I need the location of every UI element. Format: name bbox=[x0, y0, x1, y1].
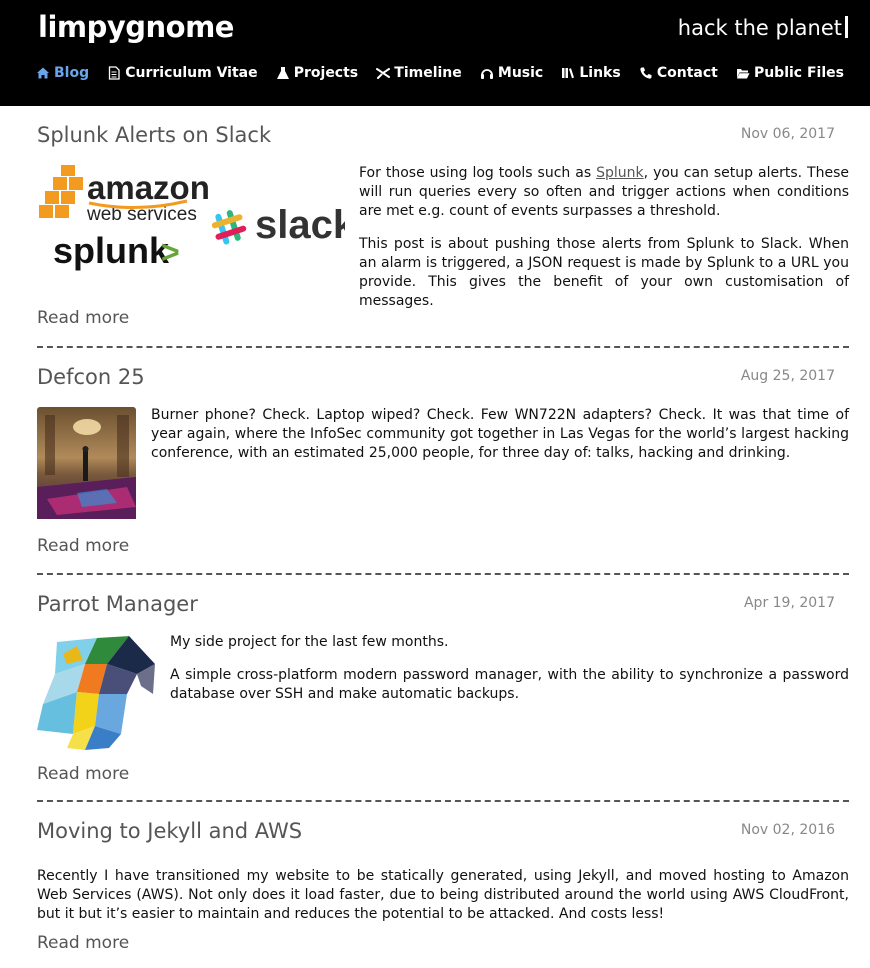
post-paragraph: This post is about pushing those alerts … bbox=[359, 236, 849, 309]
nav-item-timeline[interactable]: Timeline bbox=[376, 65, 462, 81]
read-more-link[interactable]: Read more bbox=[37, 536, 129, 556]
post-date: Aug 25, 2017 bbox=[740, 368, 835, 384]
aws-cubes-icon bbox=[39, 165, 83, 218]
post-title[interactable]: Parrot Manager bbox=[37, 575, 849, 622]
flask-icon bbox=[276, 67, 289, 79]
post-paragraph: A simple cross-platform modern password … bbox=[170, 667, 849, 702]
read-more-link[interactable]: Read more bbox=[37, 933, 129, 953]
post: Defcon 25 Aug 25, 2017 Burner phone? Che… bbox=[37, 348, 849, 575]
phone-icon bbox=[640, 67, 652, 79]
post-body: Burner phone? Check. Laptop wiped? Check… bbox=[37, 407, 849, 519]
text-cursor bbox=[845, 16, 848, 38]
amazon-logo-text: amazon bbox=[87, 169, 210, 206]
post-list: Splunk Alerts on Slack Nov 06, 2017 amaz… bbox=[0, 106, 870, 968]
post-date: Apr 19, 2017 bbox=[743, 595, 835, 611]
post-date: Nov 02, 2016 bbox=[740, 822, 835, 838]
nav-item-blog[interactable]: Blog bbox=[36, 65, 89, 81]
document-icon bbox=[109, 66, 120, 80]
nav-item-public-files[interactable]: Public Files bbox=[736, 65, 844, 81]
post-paragraph: My side project for the last few months. bbox=[170, 634, 449, 650]
post-body: Recently I have transitioned my website … bbox=[37, 867, 849, 938]
splunk-logo-text: splunk bbox=[53, 230, 170, 271]
post-title[interactable]: Moving to Jekyll and AWS bbox=[37, 802, 849, 849]
post-date: Nov 06, 2017 bbox=[740, 126, 835, 142]
slack-logo-text: slack bbox=[255, 203, 345, 247]
text-span: For those using log tools such as bbox=[359, 165, 597, 181]
headphones-icon bbox=[480, 69, 493, 79]
plane-icon bbox=[376, 68, 391, 79]
nav-item-contact[interactable]: Contact bbox=[639, 65, 718, 81]
parrot-logo bbox=[37, 636, 155, 750]
post: Splunk Alerts on Slack Nov 06, 2017 amaz… bbox=[37, 106, 849, 348]
post-excerpt: Recently I have transitioned my website … bbox=[37, 867, 849, 938]
books-icon bbox=[562, 68, 575, 79]
post-body: amazon web services splunk > slack For t… bbox=[37, 165, 849, 325]
nav-item-links[interactable]: Links bbox=[561, 65, 621, 81]
post-title[interactable]: Defcon 25 bbox=[37, 348, 849, 395]
nav-label: Timeline bbox=[394, 65, 462, 81]
nav-label: Projects bbox=[293, 65, 359, 81]
nav-label: Links bbox=[579, 65, 621, 81]
splunk-link[interactable]: Splunk bbox=[596, 165, 644, 181]
nav-item-projects[interactable]: Projects bbox=[276, 65, 358, 81]
splunk-chevron: > bbox=[161, 234, 180, 270]
post: Moving to Jekyll and AWS Nov 02, 2016 Re… bbox=[37, 802, 849, 968]
splunk-slack-logos: amazon web services splunk > slack bbox=[39, 165, 345, 271]
nav-item-music[interactable]: Music bbox=[480, 65, 543, 81]
nav-label: Public Files bbox=[753, 65, 844, 81]
post-excerpt: Burner phone? Check. Laptop wiped? Check… bbox=[151, 406, 849, 519]
post-excerpt: For those using log tools such as Splunk… bbox=[359, 164, 849, 325]
home-icon bbox=[37, 67, 49, 79]
nav-label: Music bbox=[497, 65, 544, 81]
tagline-text: hack the planet bbox=[677, 16, 842, 40]
post-body: My side project for the last few months.… bbox=[37, 634, 849, 750]
nav-item-cv[interactable]: Curriculum Vitae bbox=[107, 65, 258, 81]
read-more-link[interactable]: Read more bbox=[37, 308, 129, 328]
main-nav: Blog Curriculum Vitae Projects Timeline … bbox=[36, 65, 844, 81]
defcon-photo bbox=[37, 407, 136, 519]
folder-open-icon bbox=[736, 69, 750, 79]
nav-label: Curriculum Vitae bbox=[125, 65, 258, 81]
nav-label: Contact bbox=[656, 65, 718, 81]
post-title[interactable]: Splunk Alerts on Slack bbox=[37, 106, 849, 153]
tagline: hack the planet bbox=[678, 16, 848, 40]
post-paragraph: Burner phone? Check. Laptop wiped? Check… bbox=[151, 407, 849, 461]
nav-label: Blog bbox=[54, 65, 90, 81]
post: Parrot Manager Apr 19, 2017 My side proj… bbox=[37, 575, 849, 802]
post-paragraph: Recently I have transitioned my website … bbox=[37, 868, 849, 922]
site-header: limpygnome hack the planet Blog Curricul… bbox=[0, 0, 870, 106]
post-excerpt: My side project for the last few months.… bbox=[170, 633, 849, 750]
slack-icon bbox=[211, 210, 247, 245]
post-paragraph: For those using log tools such as Splunk… bbox=[359, 164, 849, 221]
read-more-link[interactable]: Read more bbox=[37, 764, 129, 784]
site-title[interactable]: limpygnome bbox=[38, 10, 234, 44]
